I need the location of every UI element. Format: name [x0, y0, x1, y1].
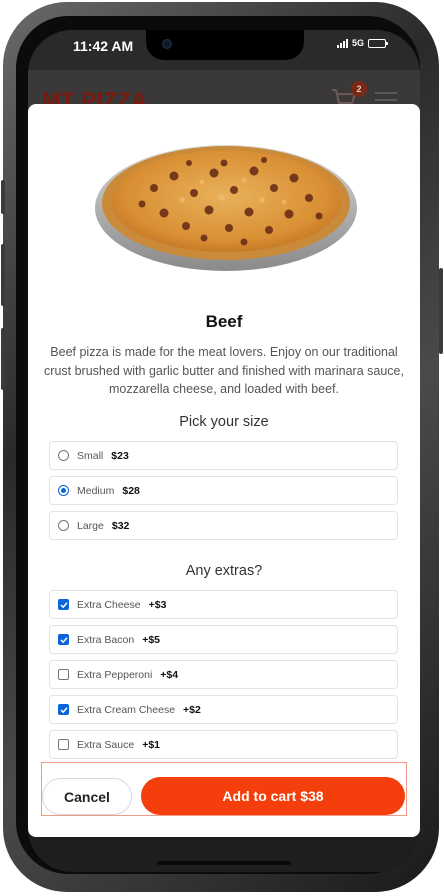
side-button	[1, 328, 5, 390]
size-radio[interactable]	[58, 520, 69, 531]
pizza-image	[95, 145, 357, 271]
extra-checkbox[interactable]	[58, 669, 69, 680]
size-option-small[interactable]: Small $23	[49, 441, 398, 470]
side-button	[439, 268, 443, 354]
option-label: Large	[77, 519, 104, 532]
size-option-large[interactable]: Large $32	[49, 511, 398, 540]
product-description: Beef pizza is made for the meat lovers. …	[44, 345, 404, 396]
option-label: Extra Cream Cheese	[77, 703, 176, 716]
size-radio[interactable]	[58, 450, 69, 461]
size-section-title: Pick your size	[179, 414, 269, 430]
cart-count-badge: 2	[351, 81, 367, 97]
extra-checkbox[interactable]	[58, 599, 69, 610]
checkmark-icon	[59, 706, 68, 713]
status-icons: 5G	[336, 38, 388, 48]
option-label: Small	[77, 449, 104, 462]
option-price: $28	[122, 484, 140, 497]
option-price: +$3	[148, 598, 167, 611]
phone-screen: 11:42 AM 5G MT PIZZA 2 Beef Beef pizza i…	[28, 30, 420, 872]
option-price: $23	[111, 449, 129, 462]
option-label: Extra Pepperoni	[77, 668, 153, 681]
option-label: Medium	[77, 484, 115, 497]
option-price: +$1	[142, 738, 161, 751]
signal-icon	[336, 38, 348, 48]
status-time: 11:42 AM	[73, 38, 134, 54]
option-label: Extra Bacon	[77, 633, 135, 646]
option-price: +$5	[142, 633, 161, 646]
extra-option-pepperoni[interactable]: Extra Pepperoni +$4	[49, 660, 398, 689]
dynamic-island	[146, 30, 304, 60]
size-radio[interactable]	[58, 485, 69, 496]
side-button	[1, 180, 5, 214]
option-label: Extra Cheese	[77, 598, 141, 611]
extra-checkbox[interactable]	[58, 739, 69, 750]
cancel-button[interactable]: Cancel	[42, 778, 132, 815]
extra-option-cheese[interactable]: Extra Cheese +$3	[49, 590, 398, 619]
extra-checkbox[interactable]	[58, 634, 69, 645]
status-bar: 11:42 AM 5G	[28, 30, 420, 70]
option-price: $32	[111, 519, 130, 532]
checkmark-icon	[59, 636, 68, 643]
option-label: Extra Sauce	[77, 738, 135, 751]
side-button	[1, 244, 5, 306]
extra-option-sauce[interactable]: Extra Sauce +$1	[49, 730, 398, 759]
home-indicator[interactable]	[157, 861, 291, 865]
product-modal: Beef Beef pizza is made for the meat lov…	[28, 104, 420, 837]
size-option-medium[interactable]: Medium $28	[49, 476, 398, 505]
camera-icon	[162, 39, 172, 49]
extra-checkbox[interactable]	[58, 704, 69, 715]
option-price: +$4	[160, 668, 179, 681]
extra-option-bacon[interactable]: Extra Bacon +$5	[49, 625, 398, 654]
product-title: Beef	[205, 312, 243, 331]
extra-option-cream-cheese[interactable]: Extra Cream Cheese +$2	[49, 695, 398, 724]
network-label: 5G	[351, 38, 364, 48]
add-to-cart-button[interactable]: Add to cart $38	[141, 777, 405, 815]
option-price: +$2	[183, 703, 201, 716]
checkmark-icon	[59, 601, 68, 608]
battery-icon	[368, 38, 388, 48]
extras-section-title: Any extras?	[185, 563, 263, 579]
